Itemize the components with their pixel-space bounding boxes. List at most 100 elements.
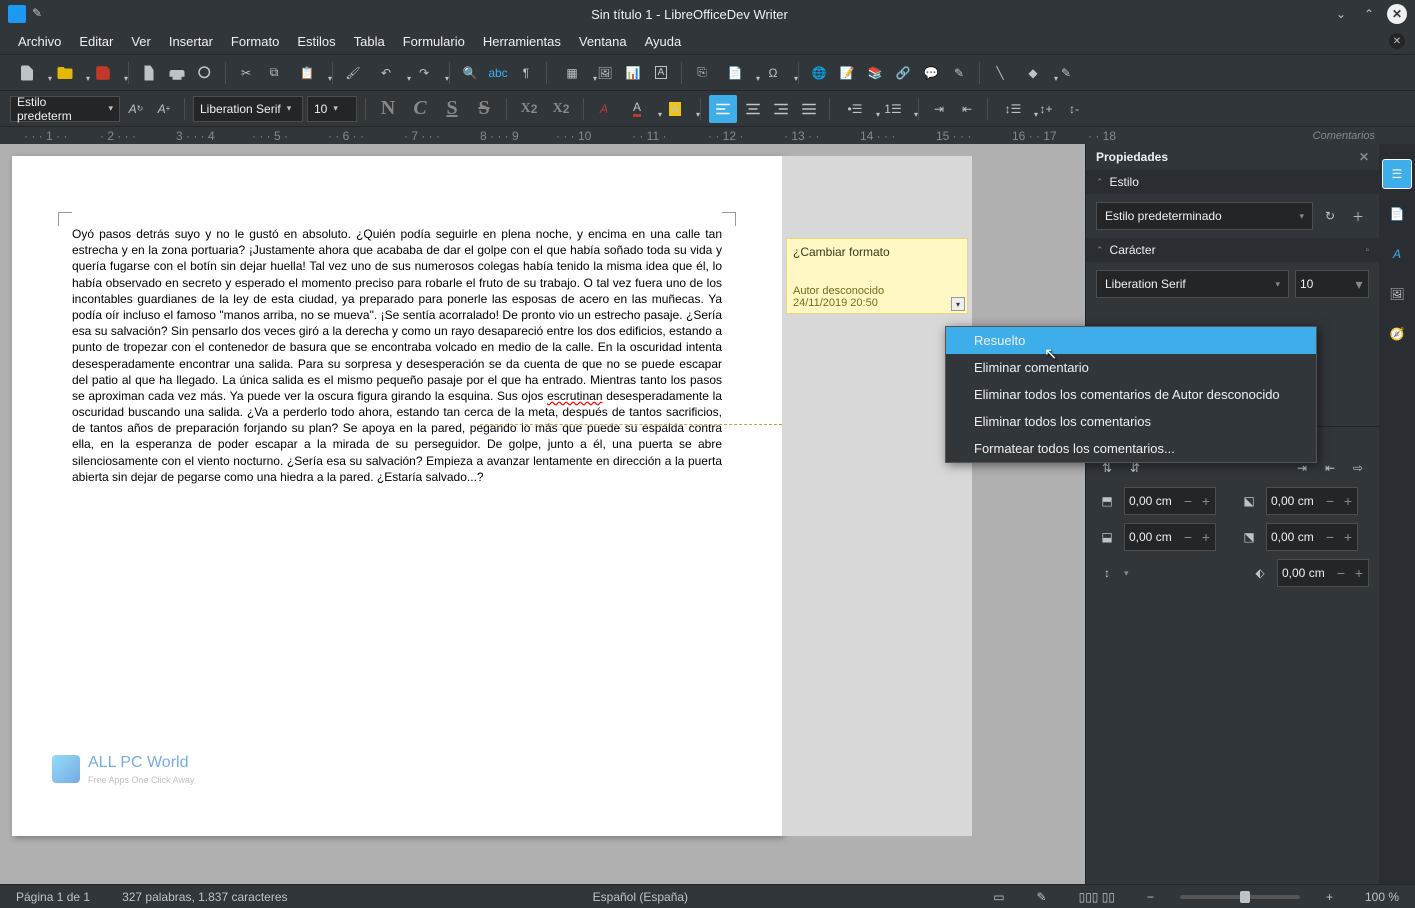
insert-pagebreak-button[interactable]: ⎘ <box>690 61 714 85</box>
page[interactable]: Oyó pasos detrás suyo y no le gustó en a… <box>12 156 782 836</box>
format-paintbrush-button[interactable]: 🖌 <box>341 61 365 85</box>
sidebar-tab-navigator[interactable]: 🧭 <box>1383 320 1411 348</box>
font-color-button[interactable]: A▾ <box>620 97 654 121</box>
underline-button[interactable]: S <box>438 95 466 123</box>
status-signature[interactable]: ✎ <box>1031 890 1053 904</box>
ctx-resuelto[interactable]: Resuelto <box>946 327 1316 354</box>
undo-button[interactable]: ↶▾ <box>369 61 403 85</box>
menu-archivo[interactable]: Archivo <box>10 31 69 52</box>
cut-button[interactable]: ✂ <box>234 61 258 85</box>
menu-estilos[interactable]: Estilos <box>289 31 343 52</box>
show-draw-functions-button[interactable]: ✎ <box>1054 61 1078 85</box>
italic-button[interactable]: C <box>406 95 434 123</box>
section-caracter-header[interactable]: ⌃Carácter▫ <box>1086 238 1379 262</box>
line-spacing-button[interactable]: ↕☰▾ <box>996 97 1030 121</box>
align-center-button[interactable] <box>741 97 765 121</box>
zoom-in-button[interactable]: + <box>1320 890 1339 904</box>
sidebar-tab-page[interactable]: 📄 <box>1383 200 1411 228</box>
print-button[interactable] <box>165 61 189 85</box>
space-below-spin[interactable]: −+ <box>1124 523 1216 551</box>
sidebar-font-combo[interactable]: Liberation Serif▾ <box>1096 270 1289 298</box>
pin-icon[interactable]: ✎ <box>32 6 48 22</box>
insert-comment-button[interactable]: 💬 <box>919 61 943 85</box>
basic-shapes-button[interactable]: ◆▾ <box>1016 61 1050 85</box>
insert-symbol-button[interactable]: Ω▾ <box>756 61 790 85</box>
new-style-icon[interactable]: ＋ <box>1347 205 1369 227</box>
copy-button[interactable]: ⧉ <box>262 61 286 85</box>
maximize-button[interactable]: ⌃ <box>1359 4 1379 24</box>
sidebar-style-combo[interactable]: Estilo predeterminado▾ <box>1096 202 1313 230</box>
insert-table-button[interactable]: ▦▾ <box>555 61 589 85</box>
align-left-button[interactable] <box>709 95 737 123</box>
update-style-button[interactable]: A↻ <box>124 97 148 121</box>
redo-button[interactable]: ↷▾ <box>407 61 441 85</box>
insert-footnote-button[interactable]: 📝 <box>835 61 859 85</box>
spelling-error[interactable]: escrutinan <box>547 389 602 403</box>
align-right-button[interactable] <box>769 97 793 121</box>
status-view-layout[interactable]: ▯▯▯ ▯▯ <box>1073 890 1121 904</box>
menu-ver[interactable]: Ver <box>123 31 159 52</box>
sidebar-tab-properties[interactable]: ☰ <box>1383 160 1411 188</box>
document-close-button[interactable]: ✕ <box>1389 33 1405 49</box>
menu-insertar[interactable]: Insertar <box>161 31 221 52</box>
indent-dec-icon[interactable]: ⇤ <box>1319 457 1341 479</box>
comment-menu-button[interactable]: ▾ <box>951 297 965 311</box>
indent-first-icon[interactable]: ⇨ <box>1347 457 1369 479</box>
formatting-marks-button[interactable]: ¶ <box>514 61 538 85</box>
menu-formulario[interactable]: Formulario <box>395 31 473 52</box>
insert-hyperlink-button[interactable]: 🌐 <box>807 61 831 85</box>
line-spacing-icon[interactable]: ↕ <box>1096 562 1118 584</box>
menu-editar[interactable]: Editar <box>71 31 121 52</box>
new-style-button[interactable]: A+ <box>152 97 176 121</box>
increase-indent-button[interactable]: ⇥ <box>927 97 951 121</box>
insert-line-button[interactable]: ╲ <box>988 61 1012 85</box>
minimize-button[interactable]: ⌄ <box>1331 4 1351 24</box>
bold-button[interactable]: N <box>374 95 402 123</box>
numbered-list-button[interactable]: 1☰▾ <box>876 97 910 121</box>
superscript-button[interactable]: X2 <box>515 95 543 123</box>
comment-box[interactable]: ¿Cambiar formato Autor desconocido 24/11… <box>786 238 968 314</box>
open-button[interactable]: ▾ <box>48 61 82 85</box>
ctx-eliminar-comentario[interactable]: Eliminar comentario <box>946 354 1316 381</box>
menu-tabla[interactable]: Tabla <box>346 31 393 52</box>
indent-firstline-spin[interactable]: −+ <box>1277 559 1369 587</box>
subscript-button[interactable]: X2 <box>547 95 575 123</box>
decrease-indent-button[interactable]: ⇤ <box>955 97 979 121</box>
font-name-combo[interactable]: Liberation Serif▾ <box>193 96 303 122</box>
status-wordcount[interactable]: 327 palabras, 1.837 caracteres <box>116 890 293 904</box>
insert-bookmark-button[interactable]: 📚 <box>863 61 887 85</box>
menu-ayuda[interactable]: Ayuda <box>637 31 690 52</box>
insert-crossref-button[interactable]: 🔗 <box>891 61 915 85</box>
zoom-out-button[interactable]: − <box>1141 890 1160 904</box>
decrease-para-spacing-button[interactable]: ↕- <box>1062 97 1086 121</box>
align-justify-button[interactable] <box>797 97 821 121</box>
sidebar-fontsize-spin[interactable]: ▾ <box>1295 270 1369 298</box>
save-button[interactable]: ▾ <box>86 61 120 85</box>
insert-field-button[interactable]: 📄▾ <box>718 61 752 85</box>
menu-herramientas[interactable]: Herramientas <box>475 31 569 52</box>
print-preview-button[interactable] <box>193 61 217 85</box>
highlight-color-button[interactable]: A▾ <box>658 97 692 121</box>
paragraph-style-combo[interactable]: Estilo predeterm▾ <box>10 96 120 122</box>
ctx-eliminar-autor[interactable]: Eliminar todos los comentarios de Autor … <box>946 381 1316 408</box>
new-button[interactable]: ▾ <box>10 61 44 85</box>
sidebar-tab-styles[interactable]: A <box>1383 240 1411 268</box>
ctx-formatear-todos[interactable]: Formatear todos los comentarios... <box>946 435 1316 462</box>
horizontal-ruler[interactable]: · · · 1 · ·· 2 · · ·3 · · · 4 · · · 5 ··… <box>0 126 1415 144</box>
menu-ventana[interactable]: Ventana <box>571 31 635 52</box>
ctx-eliminar-todos[interactable]: Eliminar todos los comentarios <box>946 408 1316 435</box>
indent-after-spin[interactable]: −+ <box>1266 523 1358 551</box>
insert-image-button[interactable]: 🖼 <box>593 61 617 85</box>
bullet-list-button[interactable]: •☰▾ <box>838 97 872 121</box>
find-replace-button[interactable]: 🔍 <box>458 61 482 85</box>
status-zoom[interactable]: 100 % <box>1359 890 1405 904</box>
document-body-text[interactable]: Oyó pasos detrás suyo y no le gustó en a… <box>72 226 722 485</box>
indent-before-spin[interactable]: −+ <box>1266 487 1358 515</box>
sidebar-tab-gallery[interactable]: 🖼 <box>1383 280 1411 308</box>
section-estilo-header[interactable]: ⌃Estilo <box>1086 170 1379 194</box>
font-size-combo[interactable]: 10▾ <box>307 96 357 122</box>
insert-textbox-button[interactable]: A <box>649 61 673 85</box>
insert-chart-button[interactable]: 📊 <box>621 61 645 85</box>
track-changes-button[interactable]: ✎ <box>947 61 971 85</box>
paste-button[interactable]: 📋▾ <box>290 61 324 85</box>
